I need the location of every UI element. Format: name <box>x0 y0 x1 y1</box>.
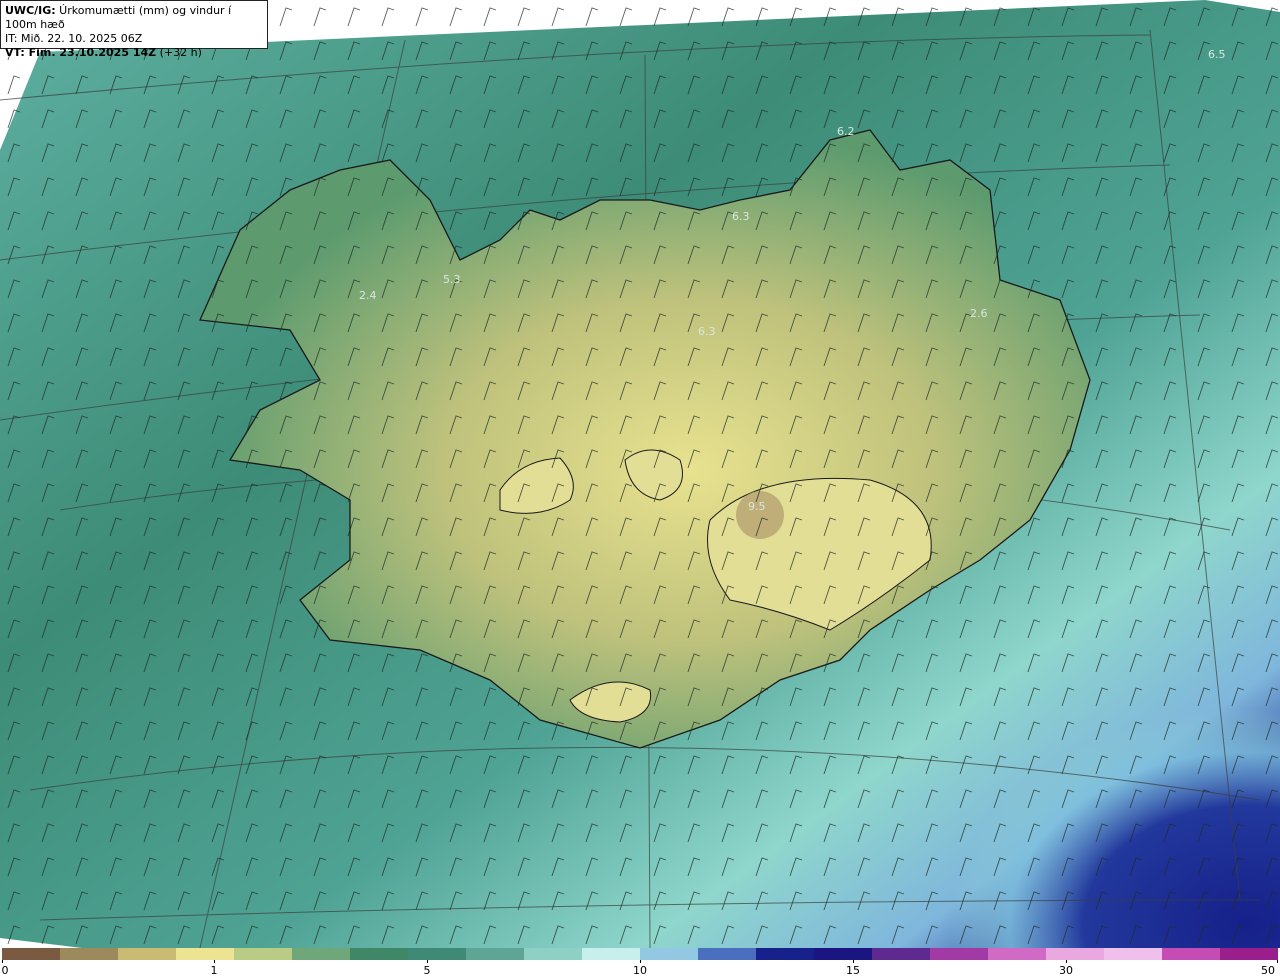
map-title: UWC/IG: Úrkomumætti (mm) og vindur í 100… <box>5 4 263 32</box>
colorbar-segment <box>350 948 408 960</box>
weather-map[interactable]: 6.5 6.2 6.3 5.3 2.4 6.3 2.6 9.5 <box>0 0 1280 948</box>
colorbar-segment <box>930 948 988 960</box>
colorbar-strip <box>2 948 1278 960</box>
colorbar-tick: 50 <box>1261 964 1275 977</box>
valid-time: VT: Fim. 23.10.2025 14Z (+32 h) <box>5 46 263 60</box>
colorbar-segment <box>1046 948 1104 960</box>
value-label: 2.4 <box>359 289 377 302</box>
value-label: 5.3 <box>443 273 461 286</box>
value-label: 9.5 <box>748 500 766 513</box>
colorbar-segment <box>408 948 466 960</box>
colorbar-segment <box>988 948 1046 960</box>
valid-time-date: VT: Fim. 23.10.2025 14Z <box>5 46 157 59</box>
colorbar-tick: 30 <box>1059 964 1073 977</box>
value-label: 6.5 <box>1208 48 1226 61</box>
value-label: 6.2 <box>837 125 855 138</box>
colorbar-segment <box>118 948 176 960</box>
colorbar-segment <box>640 948 698 960</box>
colorbar-segment <box>814 948 872 960</box>
colorbar-segment <box>466 948 524 960</box>
colorbar-tick: 0 <box>1 964 9 977</box>
colorbar-segment <box>1162 948 1220 960</box>
forecast-offset: (+32 h) <box>156 46 202 59</box>
map-title-box: UWC/IG: Úrkomumætti (mm) og vindur í 100… <box>0 0 268 59</box>
colorbar-segment <box>698 948 756 960</box>
map-canvas: 6.5 6.2 6.3 5.3 2.4 6.3 2.6 9.5 <box>0 0 1280 948</box>
colorbar-tick: 5 <box>423 964 431 977</box>
init-time: IT: Mið. 22. 10. 2025 06Z <box>5 32 143 45</box>
value-label: 6.3 <box>698 325 716 338</box>
colorbar-segment <box>234 948 292 960</box>
colorbar-segment <box>176 948 234 960</box>
colorbar-segment <box>582 948 640 960</box>
colorbar-segment <box>872 948 930 960</box>
colorbar-tick: 1 <box>210 964 218 977</box>
colorbar-segment <box>2 948 60 960</box>
value-label: 2.6 <box>970 307 988 320</box>
wind-barbs <box>0 0 1280 948</box>
colorbar: 0 1 5 10 15 30 50 <box>0 948 1280 978</box>
colorbar-segment <box>756 948 814 960</box>
colorbar-segment <box>292 948 350 960</box>
colorbar-segment <box>1220 948 1278 960</box>
colorbar-segment <box>1104 948 1162 960</box>
colorbar-tick: 10 <box>633 964 647 977</box>
colorbar-segment <box>60 948 118 960</box>
value-label: 6.3 <box>732 210 750 223</box>
product-code: UWC/IG: <box>5 4 56 17</box>
colorbar-tick: 15 <box>846 964 860 977</box>
colorbar-segment <box>524 948 582 960</box>
